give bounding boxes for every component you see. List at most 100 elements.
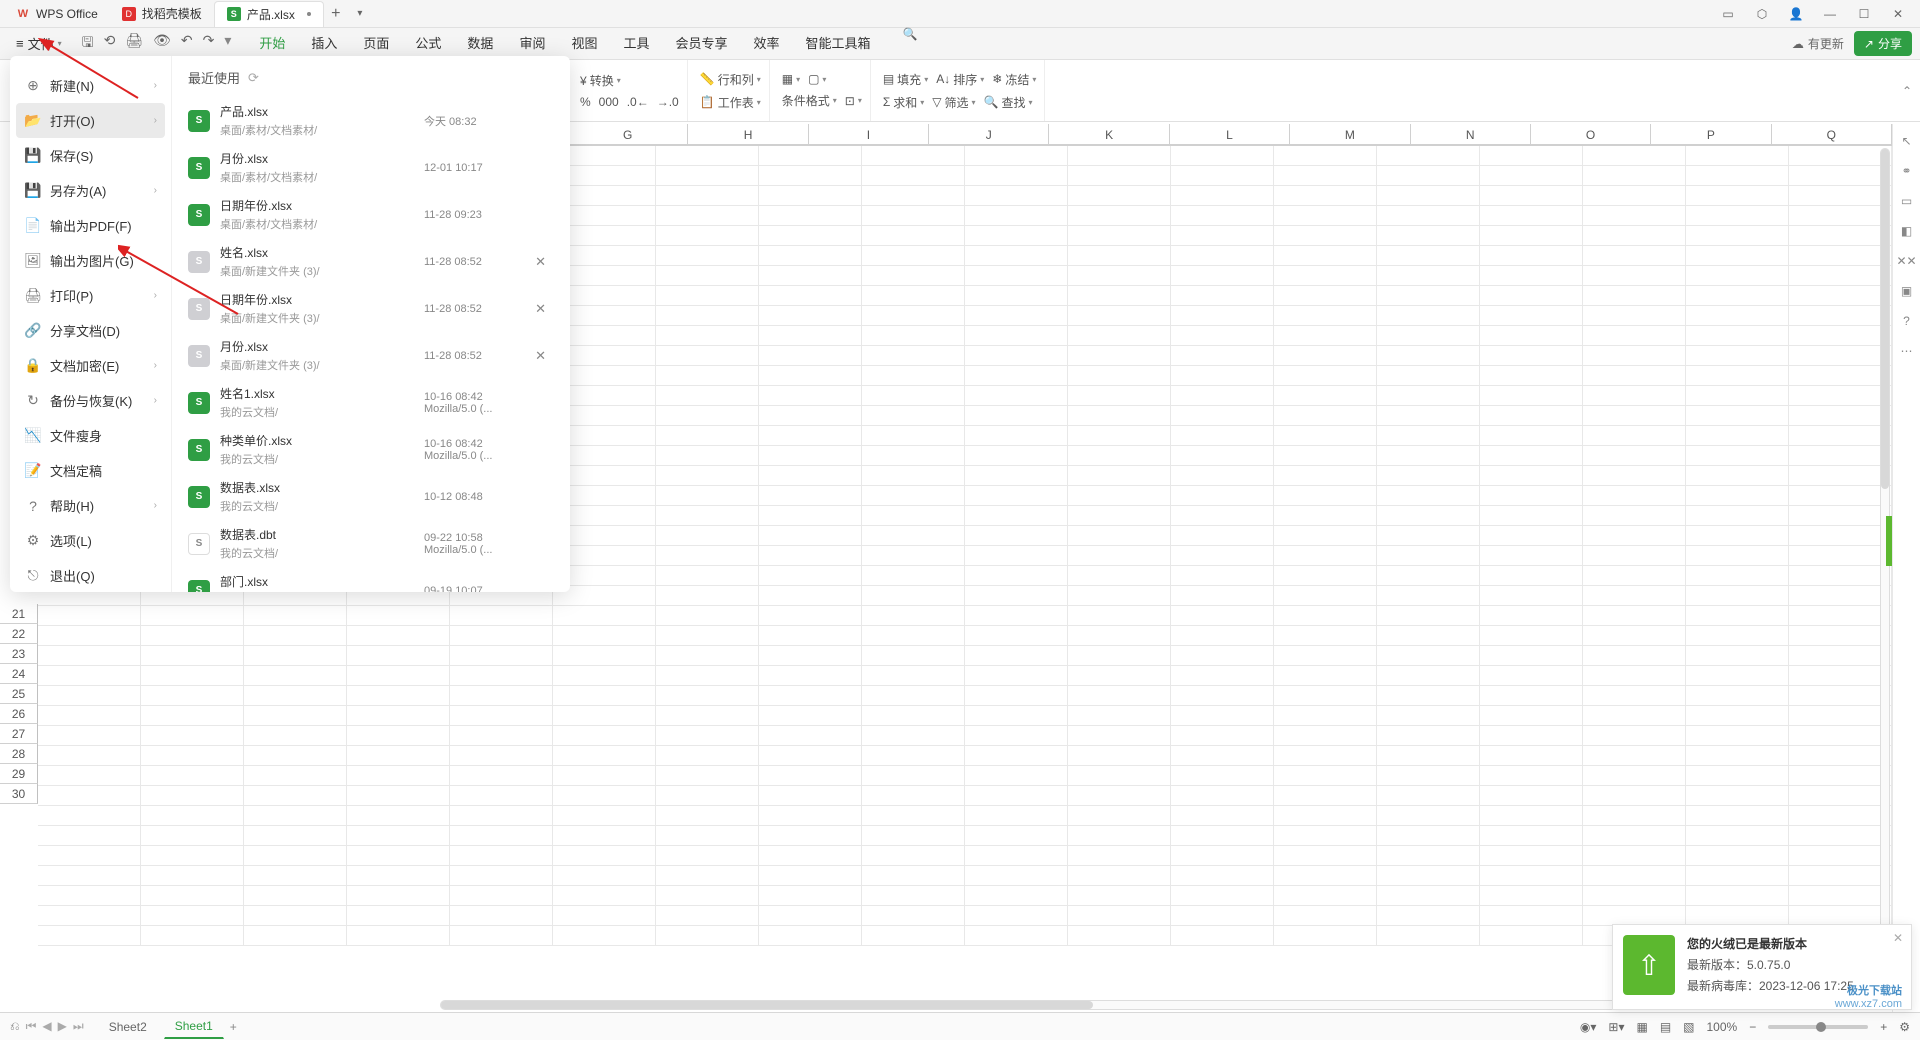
col-header[interactable]: M (1290, 124, 1410, 145)
tab-efficiency[interactable]: 效率 (750, 27, 784, 60)
tab-member[interactable]: 会员专享 (671, 27, 731, 60)
eye-icon[interactable]: ◉▾ (1580, 1020, 1597, 1034)
add-tab-button[interactable]: + (324, 5, 348, 23)
file-menu-item-9[interactable]: ↻备份与恢复(K)› (16, 383, 165, 418)
maximize-button[interactable]: ☐ (1854, 4, 1874, 24)
sheet-options-icon[interactable]: ⎌ (10, 1019, 20, 1034)
file-menu-item-1[interactable]: 📂打开(O)› (16, 103, 165, 138)
row-header[interactable]: 27 (0, 724, 38, 744)
cond-fmt-icon-button[interactable]: ▦▾ (782, 72, 800, 86)
cursor-icon[interactable]: ↖ (1901, 134, 1911, 148)
save-icon[interactable]: 🖫 (82, 32, 94, 56)
cell-style-icon[interactable]: ▢▾ (808, 72, 826, 86)
add-sheet-button[interactable]: + (230, 1020, 237, 1034)
more-icon[interactable]: ⋯ (1901, 344, 1913, 358)
file-menu-item-10[interactable]: 📉文件瘦身 (16, 418, 165, 453)
update-button[interactable]: ☁ 有更新 (1792, 35, 1844, 52)
col-header[interactable]: Q (1772, 124, 1892, 145)
recent-item[interactable]: S 日期年份.xlsx桌面/素材/文档素材/ 11-28 09:23 (188, 191, 554, 238)
sheet-last-icon[interactable]: ⏭ (73, 1019, 84, 1034)
rows-cols-button[interactable]: 📏 行和列▾ (700, 71, 761, 88)
filter-button[interactable]: ▽ 筛选▾ (932, 94, 975, 111)
file-menu-item-13[interactable]: ⚙选项(L) (16, 523, 165, 558)
recent-item[interactable]: S 日期年份.xlsx桌面/新建文件夹 (3)/ 11-28 08:52 ✕ (188, 285, 554, 332)
find-button[interactable]: 🔍 查找▾ (984, 94, 1033, 111)
tab-view[interactable]: 视图 (567, 27, 601, 60)
collapse-ribbon-icon[interactable]: ⌃ (1902, 84, 1912, 98)
chart-icon[interactable]: ▣ (1901, 284, 1912, 298)
zoom-slider[interactable] (1768, 1025, 1868, 1029)
print-icon[interactable]: 🖨 (125, 32, 143, 56)
recent-item[interactable]: S 产品.xlsx桌面/素材/文档素材/ 今天 08:32 (188, 97, 554, 144)
row-header[interactable]: 22 (0, 624, 38, 644)
preview-icon[interactable]: 👁 (153, 32, 171, 56)
fill-button[interactable]: ▤ 填充▾ (883, 71, 928, 88)
recent-item[interactable]: S 数据表.xlsx我的云文档/ 10-12 08:48 (188, 473, 554, 520)
layout-icon[interactable]: ▭ (1718, 4, 1738, 24)
file-menu-item-11[interactable]: 📝文档定稿 (16, 453, 165, 488)
col-header[interactable]: K (1049, 124, 1169, 145)
zoom-value[interactable]: 100% (1707, 1020, 1738, 1034)
settings-corner-icon[interactable]: ⚙ (1899, 1020, 1910, 1034)
layers-icon[interactable]: ◧ (1901, 224, 1912, 238)
sheet-tab-sheet1[interactable]: Sheet1 (164, 1014, 224, 1039)
tools-icon[interactable]: ✕✕ (1896, 254, 1916, 268)
link-icon[interactable]: ⚭ (1901, 164, 1911, 178)
view-page-icon[interactable]: ▤ (1660, 1020, 1671, 1034)
panel-icon[interactable]: ▭ (1901, 194, 1912, 208)
box-icon[interactable]: ⬡ (1752, 4, 1772, 24)
toast-close-button[interactable]: ✕ (1893, 931, 1903, 945)
percent-button[interactable]: % (580, 95, 591, 109)
sort-button[interactable]: A↓ 排序▾ (936, 71, 984, 88)
thousands-button[interactable]: 000 (599, 95, 619, 109)
file-menu-item-5[interactable]: 🖼输出为图片(G) (16, 243, 165, 278)
share-button[interactable]: ↗ 分享 (1854, 31, 1912, 56)
tab-tools[interactable]: 工具 (619, 27, 653, 60)
row-header[interactable]: 30 (0, 784, 38, 804)
file-menu-button[interactable]: ≡ 三 文件 文件 ▾ (8, 30, 70, 57)
col-header[interactable]: P (1651, 124, 1771, 145)
col-header[interactable]: N (1411, 124, 1531, 145)
close-window-button[interactable]: ✕ (1888, 4, 1908, 24)
row-header[interactable]: 21 (0, 604, 38, 624)
row-header[interactable]: 28 (0, 744, 38, 764)
recent-item[interactable]: S 姓名1.xlsx我的云文档/ 10-16 08:42Mozilla/5.0 … (188, 379, 554, 426)
row-header[interactable]: 24 (0, 664, 38, 684)
table-style-button[interactable]: ⊡▾ (845, 94, 862, 108)
zoom-out-button[interactable]: − (1749, 1020, 1756, 1034)
file-menu-item-8[interactable]: 🔒文档加密(E)› (16, 348, 165, 383)
file-menu-item-2[interactable]: 💾保存(S) (16, 138, 165, 173)
recent-item[interactable]: S 姓名.xlsx桌面/新建文件夹 (3)/ 11-28 08:52 ✕ (188, 238, 554, 285)
col-header[interactable]: L (1170, 124, 1290, 145)
help-icon[interactable]: ? (1903, 314, 1910, 328)
dec-decrease-button[interactable]: .0← (627, 95, 649, 109)
file-menu-item-3[interactable]: 💾另存为(A)› (16, 173, 165, 208)
sheet-first-icon[interactable]: ⏮ (26, 1019, 37, 1034)
convert-button[interactable]: ¥ 转换▾ (580, 72, 621, 89)
file-menu-item-12[interactable]: ?帮助(H)› (16, 488, 165, 523)
qat-dropdown-icon[interactable]: ▾ (224, 32, 231, 56)
recent-item[interactable]: S 月份.xlsx桌面/素材/文档素材/ 12-01 10:17 (188, 144, 554, 191)
row-header[interactable]: 23 (0, 644, 38, 664)
zoom-in-button[interactable]: + (1880, 1020, 1887, 1034)
remove-recent-icon[interactable]: ✕ (535, 254, 546, 270)
col-header[interactable]: I (809, 124, 929, 145)
recent-item[interactable]: S 部门.xlsx我的云文档/ 09-19 10:07 (188, 567, 554, 592)
file-menu-item-0[interactable]: ⊕新建(N)› (16, 68, 165, 103)
view-normal-icon[interactable]: ▦ (1636, 1020, 1647, 1034)
tab-smart-toolbox[interactable]: 智能工具箱 (802, 27, 875, 60)
vertical-scrollbar[interactable] (1880, 148, 1892, 1000)
file-menu-item-14[interactable]: ⎋退出(Q) (16, 558, 165, 593)
sum-button[interactable]: Σ 求和▾ (883, 94, 924, 111)
user-avatar-icon[interactable]: 👤 (1786, 4, 1806, 24)
remove-recent-icon[interactable]: ✕ (535, 301, 546, 317)
grid-mode-icon[interactable]: ⊞▾ (1608, 1020, 1624, 1034)
tab-menu-button[interactable]: ▾ (348, 8, 372, 19)
file-menu-item-6[interactable]: 🖨打印(P)› (16, 278, 165, 313)
col-header[interactable]: G (568, 124, 688, 145)
worksheet-button[interactable]: 📋 工作表▾ (700, 94, 761, 111)
sync-icon[interactable]: ⟲ (104, 32, 116, 56)
row-header[interactable]: 25 (0, 684, 38, 704)
undo-icon[interactable]: ↶ (181, 32, 193, 56)
minimize-button[interactable]: — (1820, 4, 1840, 24)
